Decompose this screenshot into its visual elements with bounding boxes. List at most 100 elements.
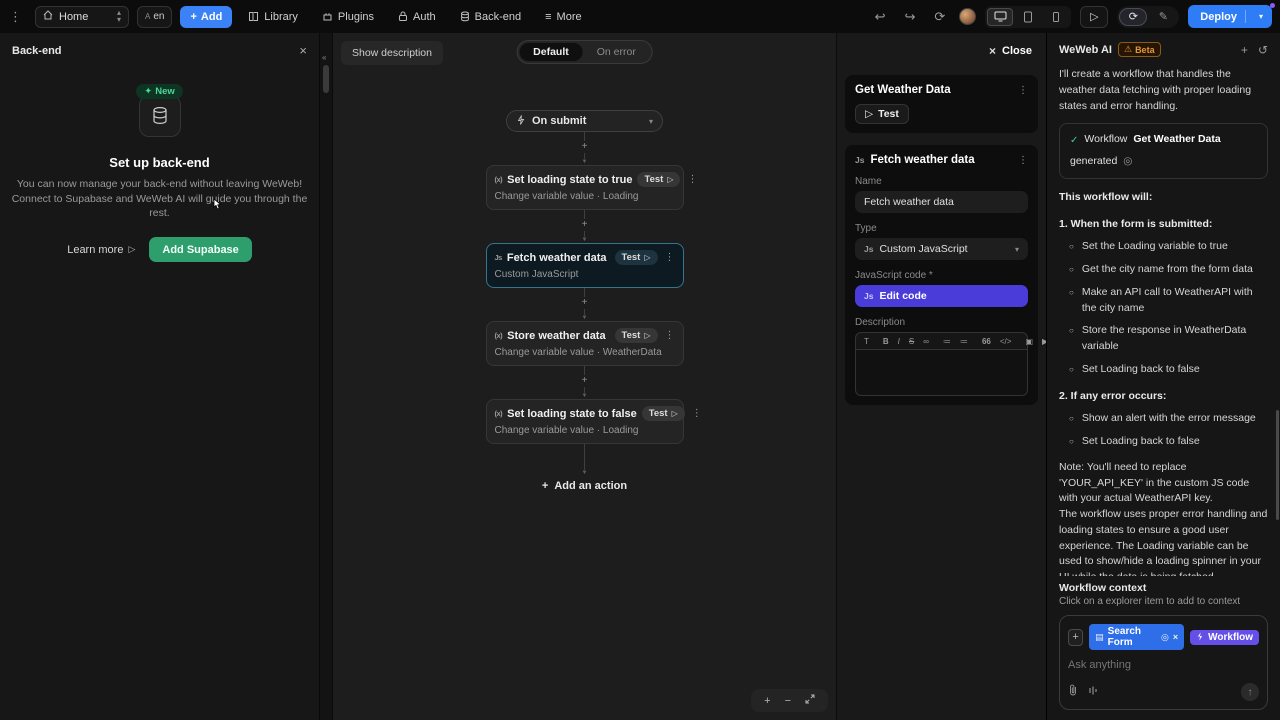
code-icon[interactable]: </>	[996, 337, 1016, 346]
node-menu-button[interactable]: ⋮	[690, 408, 702, 419]
library-button[interactable]: Library	[240, 6, 306, 28]
node-fetch-weather-data[interactable]: Js Fetch weather data Test▷ ⋮ Custom Jav…	[486, 243, 684, 288]
close-icon: ×	[989, 44, 996, 58]
panel-close-button[interactable]: ×	[299, 43, 307, 58]
ai-chat-messages[interactable]: I'll create a workflow that handles the …	[1047, 64, 1280, 576]
fit-view-button[interactable]	[802, 694, 818, 707]
preview-mode-button[interactable]: ⟳	[1119, 8, 1147, 26]
step1-list: ○Set the Loading variable to true ○Get t…	[1069, 239, 1268, 377]
attach-file-button[interactable]	[1068, 683, 1078, 701]
view-icon[interactable]: ◎	[1161, 632, 1169, 643]
arrow-up-icon: ↑	[1248, 687, 1253, 698]
backend-panel: Back-end × ✦ New Set up back-end You can…	[0, 33, 320, 720]
close-icon: ×	[299, 43, 307, 58]
auth-button[interactable]: Auth	[390, 6, 444, 28]
view-icon[interactable]: ◎	[1123, 154, 1132, 170]
deploy-button[interactable]: Deploy ▾	[1188, 5, 1272, 28]
node-menu-button[interactable]: ⋮	[685, 174, 697, 185]
workflow-menu-button[interactable]: ⋮	[1018, 85, 1028, 96]
bullet-list-icon[interactable]: ≔	[939, 337, 955, 346]
tab-on-error[interactable]: On error	[583, 43, 650, 61]
context-chip-search-form[interactable]: ▤ Search Form ◎ ×	[1089, 624, 1184, 650]
ordered-list-icon[interactable]: ≔	[956, 337, 972, 346]
add-element-button[interactable]: + Add	[180, 6, 232, 28]
plugins-button[interactable]: Plugins	[314, 6, 382, 28]
test-button[interactable]: Test▷	[642, 406, 685, 421]
show-description-button[interactable]: Show description	[341, 41, 443, 65]
play-icon: ▷	[672, 409, 678, 418]
more-button[interactable]: ≡ More	[537, 6, 589, 28]
send-button[interactable]: ↑	[1241, 683, 1259, 701]
remove-chip-icon[interactable]: ×	[1173, 632, 1178, 642]
action-properties-panel: × Close Get Weather Data ⋮ ▷ Test Js Fet…	[836, 33, 1046, 720]
close-workflow-button[interactable]: × Close	[989, 44, 1032, 58]
redo-button[interactable]: ↪	[899, 6, 920, 27]
node-menu-button[interactable]: ⋮	[663, 330, 675, 341]
bold-icon[interactable]: B	[879, 337, 893, 346]
italic-icon[interactable]: I	[894, 337, 904, 346]
edit-code-button[interactable]: Js Edit code	[855, 285, 1028, 307]
image-icon[interactable]: ▣	[1021, 337, 1037, 346]
step1-heading: 1. When the form is submitted:	[1059, 217, 1268, 233]
zoom-out-button[interactable]: −	[782, 695, 794, 707]
node-menu-button[interactable]: ⋮	[663, 252, 675, 263]
collapse-icon[interactable]: «	[322, 53, 326, 62]
preview-play-button[interactable]: ▷	[1080, 6, 1108, 28]
insert-action-button[interactable]: +	[582, 375, 588, 387]
add-action-button[interactable]: + Add an action	[542, 480, 627, 492]
user-avatar[interactable]	[959, 8, 976, 25]
link-icon[interactable]: ∞	[919, 337, 933, 346]
mobile-device-button[interactable]	[1043, 8, 1069, 26]
node-set-loading-true[interactable]: (x) Set loading state to true Test▷ ⋮ Ch…	[486, 165, 684, 210]
test-button[interactable]: Test▷	[615, 328, 658, 343]
edit-mode-button[interactable]: ✎	[1149, 8, 1177, 26]
variable-icon: (x)	[495, 409, 503, 418]
language-label: en	[153, 11, 164, 22]
test-button[interactable]: Test▷	[615, 250, 658, 265]
trigger-node-on-submit[interactable]: On submit ▾	[506, 110, 663, 132]
action-menu-button[interactable]: ⋮	[1018, 155, 1028, 166]
new-chat-button[interactable]: +	[1241, 43, 1248, 57]
insert-action-button[interactable]: +	[582, 297, 588, 309]
tab-default[interactable]: Default	[519, 43, 583, 61]
workflow-canvas[interactable]: Show description Default On error On sub…	[333, 33, 836, 720]
quote-icon[interactable]: 66	[978, 337, 995, 346]
type-select[interactable]: Js Custom JavaScript ▾	[855, 238, 1028, 260]
list-item: ○Set Loading back to false	[1069, 362, 1268, 378]
insert-action-button[interactable]: +	[582, 141, 588, 153]
text-style-icon[interactable]: T	[860, 337, 873, 346]
add-context-button[interactable]: +	[1068, 629, 1083, 646]
language-selector[interactable]: A en	[137, 6, 172, 28]
insert-action-button[interactable]: +	[582, 219, 588, 231]
undo-button[interactable]: ↩	[870, 6, 891, 27]
description-textarea[interactable]	[855, 349, 1028, 396]
backend-button[interactable]: Back-end	[452, 6, 529, 28]
workflow-test-button[interactable]: ▷ Test	[855, 104, 909, 124]
sync-button[interactable]: ⟳	[929, 6, 950, 27]
main-menu-button[interactable]: ⋮	[4, 6, 27, 27]
ask-input-container[interactable]: + ▤ Search Form ◎ × Workflow Ask anythin…	[1059, 615, 1268, 710]
strip-scrollbar[interactable]	[323, 65, 329, 93]
name-input[interactable]: Fetch weather data	[855, 191, 1028, 213]
test-button[interactable]: Test▷	[637, 172, 680, 187]
node-store-weather-data[interactable]: (x) Store weather data Test▷ ⋮ Change va…	[486, 321, 684, 366]
description-label: Description	[855, 317, 1028, 328]
add-supabase-button[interactable]: Add Supabase	[149, 237, 251, 262]
ai-panel-scrollbar[interactable]	[1276, 410, 1279, 520]
context-chip-workflow[interactable]: Workflow	[1190, 630, 1259, 645]
tablet-device-button[interactable]	[1015, 8, 1041, 26]
strikethrough-icon[interactable]: S	[905, 337, 918, 346]
node-set-loading-false[interactable]: (x) Set loading state to false Test▷ ⋮ C…	[486, 399, 684, 444]
refresh-icon: ⟳	[1129, 10, 1138, 23]
zoom-in-button[interactable]: +	[761, 695, 773, 707]
voice-input-button[interactable]	[1088, 683, 1098, 701]
ai-message-intro: I'll create a workflow that handles the …	[1059, 67, 1268, 114]
learn-more-link[interactable]: Learn more ▷	[67, 244, 135, 256]
variable-icon: (x)	[495, 175, 503, 184]
workflow-card: Get Weather Data ⋮ ▷ Test	[845, 75, 1038, 133]
desktop-device-button[interactable]	[987, 8, 1013, 26]
workflow-generated-card[interactable]: ✓ Workflow Get Weather Data generated ◎	[1059, 123, 1268, 179]
page-selector[interactable]: Home ▴▾	[35, 6, 129, 28]
ask-anything-input[interactable]: Ask anything	[1068, 659, 1259, 671]
history-button[interactable]: ↺	[1258, 43, 1268, 57]
